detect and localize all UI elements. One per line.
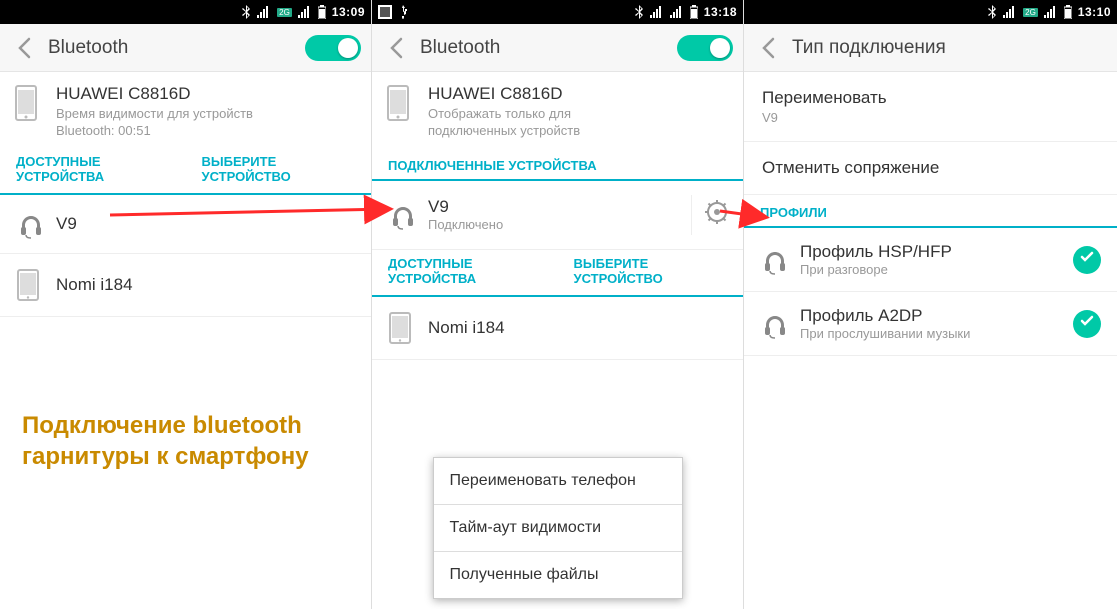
device-v9[interactable]: V9 [0,195,371,254]
status-time: 13:10 [1078,5,1111,19]
bluetooth-icon [634,5,644,19]
device-name: HUAWEI C8816D [428,84,727,104]
status-time: 13:09 [332,5,365,19]
header: Bluetooth [0,24,371,72]
profile-a2dp[interactable]: Профиль A2DP При прослушивании музыки [744,292,1117,356]
header: Тип подключения [744,24,1117,72]
profile-label: Профиль HSP/HFP [800,242,1073,262]
menu-rename-phone[interactable]: Переименовать телефон [434,458,682,505]
device-name: HUAWEI C8816D [56,84,355,104]
rename-label: Переименовать [762,88,1099,108]
caption-text: Подключение bluetooth гарнитуры к смартф… [22,410,362,472]
statusbar: 2G 13:09 [0,0,371,24]
context-menu: Переименовать телефон Тайм-аут видимости… [433,457,683,599]
rename-item[interactable]: Переименовать V9 [744,72,1117,142]
annotation-caption: Подключение bluetooth гарнитуры к смартф… [22,410,362,472]
unpair-label: Отменить сопряжение [762,158,1099,178]
device-label: Nomi i184 [56,275,355,295]
device-label: Nomi i184 [428,318,727,338]
rename-value: V9 [762,110,1099,125]
signal-icon [650,6,664,18]
section-profiles: ПРОФИЛИ [744,195,1117,228]
device-visibility-2: подключенных устройств [428,123,727,138]
header: Bluetooth [372,24,743,72]
bluetooth-toggle[interactable] [677,35,733,61]
headset-icon [388,200,428,230]
phone-icon [14,84,38,127]
page-title: Bluetooth [410,37,677,59]
device-label: V9 [428,197,691,217]
tabs: ДОСТУПНЫЕ УСТРОЙСТВА ВЫБЕРИТЕ УСТРОЙСТВО [0,148,371,195]
signal2-icon [298,6,312,18]
network-2g-icon: 2G [1023,8,1038,17]
connected-device-v9[interactable]: V9 Подключено [372,181,743,250]
battery-icon [1064,5,1072,19]
device-nomi[interactable]: Nomi i184 [372,297,743,360]
statusbar: 2G 13:10 [744,0,1117,24]
bluetooth-icon [987,5,997,19]
tab-available[interactable]: ДОСТУПНЫЕ УСТРОЙСТВА [372,250,558,295]
back-button[interactable] [754,37,782,59]
screen-2: 13:18 Bluetooth HUAWEI C8816D Отображать… [372,0,744,609]
menu-received-files[interactable]: Полученные файлы [434,552,682,598]
profile-sublabel: При разговоре [800,262,1073,277]
screen-3: 2G 13:10 Тип подключения Переименовать V… [744,0,1117,609]
back-button[interactable] [10,37,38,59]
device-visibility: Отображать только для [428,106,727,123]
device-nomi[interactable]: Nomi i184 [0,254,371,317]
battery-icon [318,5,326,19]
menu-visibility-timeout[interactable]: Тайм-аут видимости [434,505,682,552]
device-visibility-timer: Bluetooth: 00:51 [56,123,355,138]
gear-icon [704,199,730,230]
signal2-icon [670,6,684,18]
check-icon [1079,313,1095,334]
device-status: Подключено [428,217,691,232]
bluetooth-icon [241,5,251,19]
tab-available[interactable]: ДОСТУПНЫЕ УСТРОЙСТВА [0,148,186,193]
check-icon [1079,249,1095,270]
screen-1: 2G 13:09 Bluetooth HUAWEI C8816D Время в… [0,0,372,609]
profile-label: Профиль A2DP [800,306,1073,326]
profile-enabled-checkbox[interactable] [1073,310,1101,338]
profile-sublabel: При прослушивании музыки [800,326,1073,341]
profile-hsp-hfp[interactable]: Профиль HSP/HFP При разговоре [744,228,1117,292]
section-connected: ПОДКЛЮЧЕННЫЕ УСТРОЙСТВА [372,148,743,181]
headset-icon [760,245,800,275]
phone-icon [16,268,56,302]
statusbar: 13:18 [372,0,743,24]
battery-icon [690,5,698,19]
back-button[interactable] [382,37,410,59]
signal-icon [257,6,271,18]
my-device[interactable]: HUAWEI C8816D Время видимости для устрой… [0,72,371,148]
device-visibility: Время видимости для устройств [56,106,355,123]
phone-icon [388,311,428,345]
tabs: ДОСТУПНЫЕ УСТРОЙСТВА ВЫБЕРИТЕ УСТРОЙСТВО [372,250,743,297]
network-2g-icon: 2G [277,8,292,17]
device-settings-button[interactable] [691,195,727,235]
usb-icon [398,5,408,19]
gallery-icon [378,5,392,19]
tab-select[interactable]: ВЫБЕРИТЕ УСТРОЙСТВО [186,148,372,193]
page-title: Bluetooth [38,37,305,59]
tab-select[interactable]: ВЫБЕРИТЕ УСТРОЙСТВО [558,250,744,295]
signal2-icon [1044,6,1058,18]
headset-icon [16,209,56,239]
bluetooth-toggle[interactable] [305,35,361,61]
unpair-item[interactable]: Отменить сопряжение [744,142,1117,195]
phone-icon [386,84,410,127]
status-time: 13:18 [704,5,737,19]
page-title: Тип подключения [782,37,1107,59]
signal-icon [1003,6,1017,18]
headset-icon [760,309,800,339]
profile-enabled-checkbox[interactable] [1073,246,1101,274]
my-device[interactable]: HUAWEI C8816D Отображать только для подк… [372,72,743,148]
device-label: V9 [56,214,355,234]
